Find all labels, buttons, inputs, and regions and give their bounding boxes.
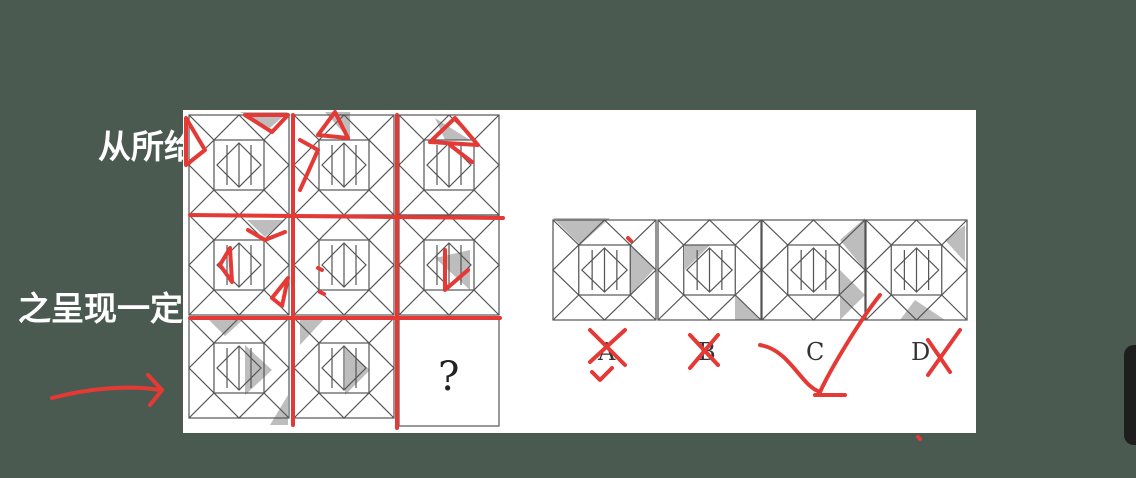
ann-cross-d <box>926 328 962 377</box>
red-annotations <box>50 110 962 441</box>
ann-dot-a <box>626 236 633 243</box>
shade-opt-a <box>553 218 610 245</box>
ann-arrow-shaft <box>50 385 162 400</box>
option-label-c[interactable]: C <box>806 338 824 366</box>
shade-opt-c <box>840 218 865 270</box>
question-mark: ? <box>438 354 459 400</box>
shade-r3c1-bot <box>270 395 288 425</box>
matrix-grid: ? <box>188 112 500 427</box>
shade-r3c1-top <box>207 318 245 336</box>
ann-shape-8 <box>218 246 234 284</box>
ann-dot-1 <box>316 266 324 272</box>
shade-r3c2-mid <box>345 348 370 395</box>
ann-dot-stray <box>916 435 922 441</box>
shade-opt-d <box>945 225 965 262</box>
ann-check-a <box>590 366 614 382</box>
side-handle[interactable] <box>1124 345 1136 445</box>
puzzle-figure: ? A B C D <box>50 110 968 441</box>
ann-dot-2 <box>318 290 326 296</box>
ann-shape-4 <box>298 138 320 192</box>
shade-opt-a2 <box>630 245 655 295</box>
ann-shape-9 <box>270 276 290 308</box>
shade-opt-c2 <box>840 270 865 320</box>
